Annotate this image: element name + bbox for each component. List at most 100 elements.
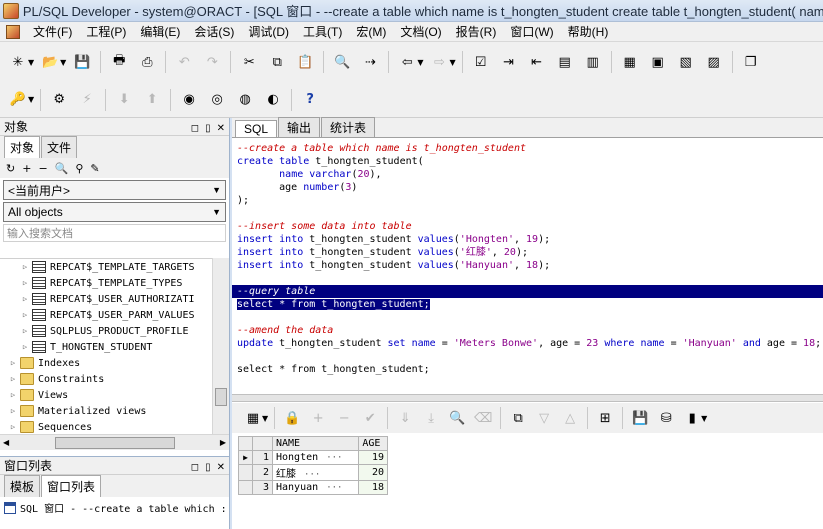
comment-icon[interactable]: ▤	[554, 51, 576, 73]
tree-item[interactable]: ▷ Materialized views	[0, 403, 212, 419]
minimize-icon[interactable]: ◻	[191, 123, 199, 134]
column-header-name[interactable]: NAME	[271, 436, 360, 451]
export-icon[interactable]: ⛁	[656, 407, 676, 429]
commit-icon[interactable]: ⬇	[113, 89, 135, 111]
expand-icon[interactable]: ▷	[20, 343, 30, 351]
new-icon[interactable]: ✳	[7, 51, 29, 73]
more-icon[interactable]: ···	[324, 453, 344, 463]
chevron-down-icon[interactable]: ▼	[701, 414, 707, 423]
save-icon[interactable]: 💾	[71, 51, 93, 73]
chevron-down-icon[interactable]: ▼	[60, 58, 66, 67]
back-icon[interactable]: ⇦	[396, 51, 418, 73]
expand-icon[interactable]: ▷	[20, 263, 30, 271]
expand-icon[interactable]: ▷	[8, 407, 18, 415]
tab-objects[interactable]: 对象	[4, 136, 41, 158]
chevron-down-icon[interactable]: ▼	[449, 58, 455, 67]
table-row[interactable]: ▶ 1 Hongten ··· 19	[238, 450, 388, 465]
menu-project[interactable]: 工程(P)	[79, 23, 133, 40]
cell-name[interactable]: Hongten ···	[271, 450, 360, 465]
cell-age[interactable]: 19	[358, 450, 388, 465]
print-preview-icon[interactable]: ⎙	[136, 51, 158, 73]
checklist-icon[interactable]: ☑	[470, 51, 492, 73]
filter-icon[interactable]: ⚲	[75, 162, 83, 175]
filter-edit-icon[interactable]: ✎	[90, 162, 99, 175]
menu-file[interactable]: 文件(F)	[26, 23, 79, 40]
rollback-icon[interactable]: ⬆	[141, 89, 163, 111]
delete-row-icon[interactable]: −	[334, 407, 354, 429]
windows-icon[interactable]: ❐	[740, 51, 762, 73]
tree-view-icon[interactable]: ⊞	[595, 407, 615, 429]
menu-edit[interactable]: 编辑(E)	[133, 23, 187, 40]
tree-item[interactable]: ▷ REPCAT$_USER_PARM_VALUES	[0, 307, 212, 323]
window-list-icon[interactable]: ▧	[675, 51, 697, 73]
find-icon[interactable]: 🔍	[55, 162, 69, 175]
expand-icon[interactable]: ▷	[20, 311, 30, 319]
post-changes-icon[interactable]: ✔	[360, 407, 380, 429]
scroll-left-icon[interactable]: ◀	[3, 438, 9, 447]
chevron-down-icon[interactable]: ▼	[417, 58, 423, 67]
chevron-down-icon[interactable]: ▼	[28, 58, 34, 67]
chevron-down-icon[interactable]: ▼	[212, 207, 221, 217]
tab-window-list[interactable]: 窗口列表	[41, 475, 102, 497]
remove-icon[interactable]: −	[38, 162, 47, 175]
pin-icon[interactable]: ▯	[205, 462, 211, 473]
menu-debug[interactable]: 调试(D)	[241, 23, 296, 40]
column-header-age[interactable]: AGE	[358, 436, 388, 451]
tree-item[interactable]: ▷ REPCAT$_USER_AUTHORIZATI	[0, 291, 212, 307]
cell-age[interactable]: 18	[358, 480, 388, 495]
previous-record-icon[interactable]: ▽	[534, 407, 554, 429]
print-icon[interactable]: 🖶	[108, 51, 130, 73]
forward-icon[interactable]: ⇨	[428, 51, 450, 73]
tree-item[interactable]: ▷ REPCAT$_TEMPLATE_TARGETS	[0, 259, 212, 275]
table-row[interactable]: 2 红膝 ··· 20	[238, 464, 388, 481]
menu-session[interactable]: 会话(S)	[187, 23, 241, 40]
tab-files[interactable]: 文件	[41, 136, 78, 158]
open-folder-icon[interactable]: 📂	[39, 51, 61, 73]
window-list-item[interactable]: SQL 窗口 - --create a table which :	[0, 497, 229, 518]
copy-icon[interactable]: ⧉	[266, 51, 288, 73]
uncomment-icon[interactable]: ▥	[582, 51, 604, 73]
window-cascade-icon[interactable]: ▣	[647, 51, 669, 73]
fetch-next-icon[interactable]: ⇓	[395, 407, 415, 429]
close-icon[interactable]: ✕	[217, 462, 225, 473]
fetch-last-icon[interactable]: ⤓	[421, 407, 441, 429]
tree-item[interactable]: ▷ REPCAT$_TEMPLATE_TYPES	[0, 275, 212, 291]
find-icon[interactable]: 🔍	[447, 407, 467, 429]
expand-icon[interactable]: ▷	[8, 423, 18, 431]
menu-macro[interactable]: 宏(M)	[349, 23, 393, 40]
tree-item[interactable]: ▷ Constraints	[0, 371, 212, 387]
expand-icon[interactable]: ▷	[20, 295, 30, 303]
scrollbar-thumb[interactable]	[215, 388, 227, 406]
save-icon[interactable]: 💾	[630, 407, 650, 429]
find-icon[interactable]: 🔍	[331, 51, 353, 73]
scrollbar-thumb[interactable]	[54, 436, 175, 449]
unindent-icon[interactable]: ⇤	[526, 51, 548, 73]
chevron-down-icon[interactable]: ▼	[262, 414, 268, 423]
object-filter-select[interactable]: All objects ▼	[3, 202, 226, 222]
expand-icon[interactable]: ▷	[20, 279, 30, 287]
tab-output[interactable]: 输出	[278, 117, 321, 137]
command-window-icon[interactable]: ◍	[234, 89, 256, 111]
more-icon[interactable]: ···	[302, 470, 322, 480]
editor-splitter[interactable]	[232, 394, 823, 402]
window-close-icon[interactable]: ▨	[703, 51, 725, 73]
find-next-icon[interactable]: ⇢	[359, 51, 381, 73]
menu-window[interactable]: 窗口(W)	[503, 23, 560, 40]
tree-item[interactable]: ▷ Views	[0, 387, 212, 403]
add-row-icon[interactable]: +	[308, 407, 328, 429]
scroll-right-icon[interactable]: ▶	[220, 438, 226, 447]
chevron-down-icon[interactable]: ▼	[212, 185, 221, 195]
tree-item[interactable]: ▷ Indexes	[0, 355, 212, 371]
help-icon[interactable]: ?	[299, 89, 321, 111]
lock-icon[interactable]: 🔒	[282, 407, 302, 429]
menu-help[interactable]: 帮助(H)	[561, 23, 616, 40]
explain-plan-icon[interactable]: ◐	[262, 89, 284, 111]
indent-icon[interactable]: ⇥	[498, 51, 520, 73]
sql-window-icon[interactable]: ◉	[178, 89, 200, 111]
tab-statistics[interactable]: 统计表	[321, 117, 376, 137]
tree-item[interactable]: ▷ Sequences	[0, 419, 212, 434]
expand-icon[interactable]: ▷	[8, 391, 18, 399]
minimize-icon[interactable]: ◻	[191, 462, 199, 473]
undo-icon[interactable]: ↶	[173, 51, 195, 73]
query-by-example-icon[interactable]: ⧉	[508, 407, 528, 429]
